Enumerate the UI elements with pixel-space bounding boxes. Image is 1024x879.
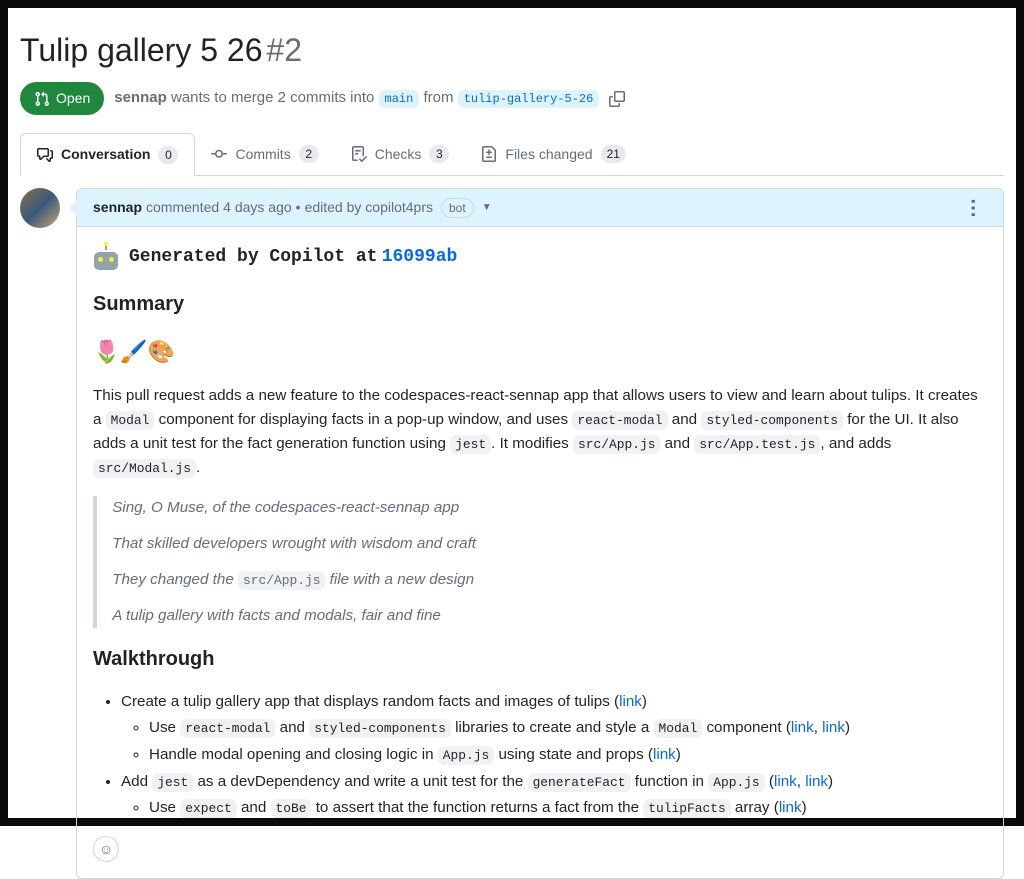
bot-badge: bot — [441, 198, 474, 218]
list-item: Handle modal opening and closing logic i… — [149, 743, 987, 767]
generated-by-heading: Generated by Copilot at — [129, 247, 377, 267]
tab-conversation-count: 0 — [158, 146, 178, 164]
tab-conversation-label: Conversation — [61, 144, 150, 165]
walkthrough-heading: Walkthrough — [93, 644, 987, 676]
avatar[interactable] — [20, 188, 60, 228]
summary-paragraph: This pull request adds a new feature to … — [93, 384, 987, 480]
tab-commits[interactable]: Commits 2 — [195, 133, 334, 175]
git-commit-icon — [211, 146, 227, 162]
checklist-icon — [351, 146, 367, 162]
pr-state-badge: Open — [20, 82, 104, 115]
walkthrough-link[interactable]: link — [774, 773, 797, 790]
tab-checks[interactable]: Checks 3 — [335, 133, 466, 175]
add-reaction-button[interactable]: ☺ — [93, 836, 119, 862]
pr-number: #2 — [266, 32, 302, 68]
list-item: Use react-modal and styled-components li… — [149, 716, 987, 740]
poem-blockquote: Sing, O Muse, of the codespaces-react-se… — [93, 496, 987, 628]
list-item: Add jest as a devDependency and write a … — [121, 770, 987, 820]
copy-icon[interactable] — [609, 91, 625, 107]
chevron-down-icon[interactable]: ▼ — [482, 200, 492, 215]
commit-link[interactable]: 16099ab — [382, 247, 458, 267]
walkthrough-list: Create a tulip gallery app that displays… — [93, 690, 987, 820]
summary-heading: Summary — [93, 289, 987, 321]
list-item: Use expect and toBe to assert that the f… — [149, 796, 987, 820]
tab-checks-count: 3 — [429, 145, 449, 163]
walkthrough-link[interactable]: link — [653, 746, 676, 763]
comment-time[interactable]: 4 days ago — [223, 197, 292, 218]
tab-files-label: Files changed — [505, 144, 592, 165]
pr-author[interactable]: sennap — [114, 89, 167, 106]
tab-checks-label: Checks — [375, 144, 422, 165]
git-pull-request-icon — [34, 91, 50, 107]
pr-state-label: Open — [56, 88, 90, 109]
robot-icon — [93, 244, 119, 270]
comment: sennap commented 4 days ago • edited by … — [76, 188, 1004, 879]
base-branch[interactable]: main — [379, 90, 420, 108]
comment-discussion-icon — [37, 147, 53, 163]
walkthrough-link[interactable]: link — [791, 719, 814, 736]
tab-commits-count: 2 — [299, 145, 319, 163]
pr-meta-line: sennap wants to merge 2 commits into mai… — [114, 87, 599, 110]
comment-header: sennap commented 4 days ago • edited by … — [77, 189, 1003, 227]
head-branch[interactable]: tulip-gallery-5-26 — [458, 90, 600, 108]
pr-title: Tulip gallery 5 26 — [20, 32, 263, 68]
walkthrough-link[interactable]: link — [822, 719, 845, 736]
tab-files-count: 21 — [601, 145, 626, 163]
file-diff-icon — [481, 146, 497, 162]
walkthrough-link[interactable]: link — [805, 773, 828, 790]
pr-tabs: Conversation 0 Commits 2 Checks 3 Files … — [20, 133, 1004, 176]
tab-commits-label: Commits — [235, 144, 290, 165]
list-item: Create a tulip gallery app that displays… — [121, 690, 987, 767]
walkthrough-link[interactable]: link — [619, 693, 642, 710]
walkthrough-link[interactable]: link — [779, 799, 802, 816]
comment-author[interactable]: sennap — [93, 197, 142, 218]
tab-conversation[interactable]: Conversation 0 — [20, 133, 195, 176]
emoji-row: 🌷🖌️🎨 — [93, 335, 987, 370]
tab-files[interactable]: Files changed 21 — [465, 133, 642, 175]
kebab-menu-icon[interactable]: ⋯ — [963, 194, 983, 222]
